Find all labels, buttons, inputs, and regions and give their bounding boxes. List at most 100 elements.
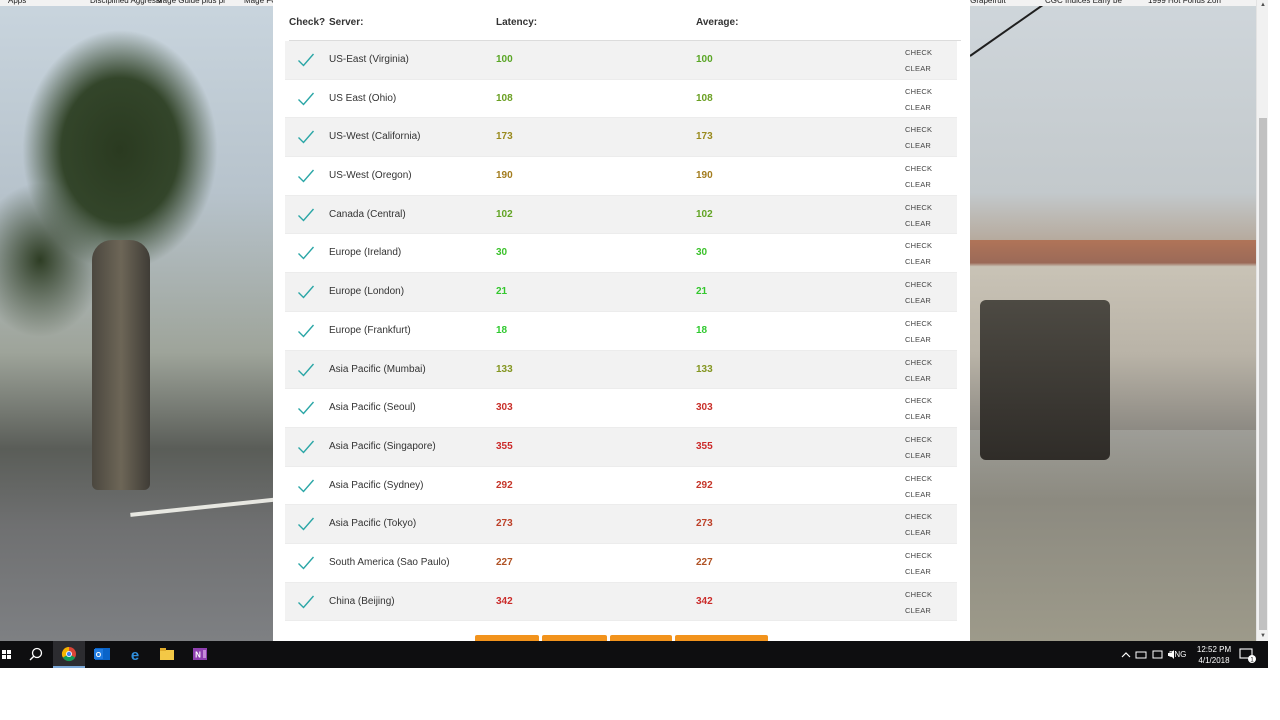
chrome-icon[interactable] xyxy=(53,641,85,668)
server-name: Asia Pacific (Singapore) xyxy=(329,440,436,452)
edge-icon[interactable]: e xyxy=(119,641,151,668)
check-button[interactable]: CHECK xyxy=(905,396,932,405)
table-row: Asia Pacific (Singapore) 355 355 CHECK CLEAR xyxy=(285,427,957,467)
check-icon[interactable] xyxy=(297,400,315,416)
check-icon[interactable] xyxy=(297,323,315,339)
latency-value: 303 xyxy=(496,402,513,414)
language-indicator[interactable]: ENG xyxy=(1169,650,1186,660)
table-row: Europe (London) 21 21 CHECK CLEAR xyxy=(285,273,957,312)
check-button[interactable]: CHECK xyxy=(905,512,932,521)
header-latency: Latency: xyxy=(496,17,538,28)
table-row: Asia Pacific (Seoul) 303 303 CHECK CLEAR xyxy=(285,389,957,428)
check-icon[interactable] xyxy=(297,516,315,532)
check-icon[interactable] xyxy=(297,362,315,378)
average-value: 102 xyxy=(696,208,713,220)
scroll-thumb[interactable] xyxy=(1259,118,1267,630)
bookmark-item[interactable]: Apps xyxy=(8,0,26,5)
header-check: Check? xyxy=(289,17,326,28)
table-row: US East (Ohio) 108 108 CHECK CLEAR xyxy=(285,80,957,119)
clear-button[interactable]: CLEAR xyxy=(905,64,931,73)
check-button[interactable]: CHECK xyxy=(905,241,932,250)
check-button[interactable]: CHECK xyxy=(905,590,932,599)
latency-value: 102 xyxy=(496,208,513,220)
latency-value: 355 xyxy=(496,440,513,452)
table-row: Europe (Ireland) 30 30 CHECK CLEAR xyxy=(285,234,957,274)
check-button[interactable]: CHECK xyxy=(905,87,932,96)
clear-button[interactable]: CLEAR xyxy=(905,219,931,228)
clear-button[interactable]: CLEAR xyxy=(905,257,931,266)
taskbar-clock[interactable]: 12:52 PM 4/1/2018 xyxy=(1190,644,1238,666)
latency-value: 292 xyxy=(496,479,513,491)
clear-button[interactable]: CLEAR xyxy=(905,103,931,112)
bookmark-item[interactable]: Disciplined Aggressi xyxy=(90,0,162,5)
clear-button[interactable]: CLEAR xyxy=(905,490,931,499)
clear-button[interactable]: CLEAR xyxy=(905,528,931,537)
latency-value: 30 xyxy=(496,247,508,259)
check-icon[interactable] xyxy=(297,594,315,610)
server-name: Europe (London) xyxy=(329,286,405,298)
check-button[interactable]: CHECK xyxy=(905,551,932,560)
latency-value: 108 xyxy=(496,92,513,104)
windows-taskbar: O e N ENG 12:52 PM 4/1/2018 1 xyxy=(0,641,1268,668)
check-button[interactable]: CHECK xyxy=(905,125,932,134)
clear-button[interactable]: CLEAR xyxy=(905,180,931,189)
check-button[interactable]: CHECK xyxy=(905,435,932,444)
bookmark-item[interactable]: 1999 Hot Fonds Zon xyxy=(1148,0,1221,5)
check-icon[interactable] xyxy=(297,52,315,68)
server-table-body: US-East (Virginia) 100 100 CHECK CLEAR US Eas… xyxy=(285,41,957,622)
check-icon[interactable] xyxy=(297,439,315,455)
bookmark-item[interactable]: CGC Indices Early be xyxy=(1045,0,1122,5)
check-icon[interactable] xyxy=(297,129,315,145)
clear-button[interactable]: CLEAR xyxy=(905,374,931,383)
server-name: US-East (Virginia) xyxy=(329,54,409,65)
check-button[interactable]: CHECK xyxy=(905,280,932,289)
server-name: Asia Pacific (Sydney) xyxy=(329,479,424,491)
check-icon[interactable] xyxy=(297,284,315,300)
scroll-up-icon[interactable]: ▲ xyxy=(1257,0,1269,10)
average-value: 355 xyxy=(696,440,713,452)
onenote-icon[interactable]: N xyxy=(184,641,216,668)
check-button[interactable]: CHECK xyxy=(905,48,932,57)
clear-button[interactable]: CLEAR xyxy=(905,412,931,421)
power-wire xyxy=(969,0,1217,57)
clear-button[interactable]: CLEAR xyxy=(905,567,931,576)
check-button[interactable]: CHECK xyxy=(905,203,932,212)
check-icon[interactable] xyxy=(297,478,315,494)
average-value: 100 xyxy=(696,54,713,65)
abandoned-bus xyxy=(980,300,1110,460)
search-icon[interactable] xyxy=(20,641,52,668)
server-name: Canada (Central) xyxy=(329,208,406,220)
table-row: Canada (Central) 102 102 CHECK CLEAR xyxy=(285,195,957,235)
check-icon[interactable] xyxy=(297,555,315,571)
outlook-icon[interactable]: O xyxy=(86,641,118,668)
scroll-down-icon[interactable]: ▼ xyxy=(1257,631,1269,641)
clock-date: 4/1/2018 xyxy=(1198,656,1230,665)
header-average: Average: xyxy=(696,17,739,28)
file-explorer-icon[interactable] xyxy=(151,641,183,668)
tree-trunk xyxy=(92,240,150,490)
clear-button[interactable]: CLEAR xyxy=(905,335,931,344)
check-icon[interactable] xyxy=(297,91,315,107)
page-scrollbar[interactable]: ▲ ▼ xyxy=(1256,0,1268,641)
clear-button[interactable]: CLEAR xyxy=(905,296,931,305)
table-row: US-West (Oregon) 190 190 CHECK CLEAR xyxy=(285,157,957,196)
check-button[interactable]: CHECK xyxy=(905,164,932,173)
bookmark-item[interactable]: Mage Guide plus pr xyxy=(156,0,226,5)
server-name: Asia Pacific (Mumbai) xyxy=(329,363,426,375)
clear-button[interactable]: CLEAR xyxy=(905,451,931,460)
check-button[interactable]: CHECK xyxy=(905,474,932,483)
browser-viewport: Apps Disciplined Aggressi Mage Guide plus … xyxy=(0,0,1256,641)
check-icon[interactable] xyxy=(297,245,315,261)
latency-value: 133 xyxy=(496,363,513,375)
average-value: 30 xyxy=(696,247,708,259)
check-icon[interactable] xyxy=(297,207,315,223)
clear-button[interactable]: CLEAR xyxy=(905,606,931,615)
notification-icon[interactable]: 1 xyxy=(1236,641,1268,668)
latency-panel: Check? Server: Latency: Average: US-East… xyxy=(273,0,970,641)
header-server: Server: xyxy=(329,17,364,28)
clear-button[interactable]: CLEAR xyxy=(905,141,931,150)
check-button[interactable]: CHECK xyxy=(905,358,932,367)
check-button[interactable]: CHECK xyxy=(905,319,932,328)
clock-time: 12:52 PM xyxy=(1196,645,1232,654)
check-icon[interactable] xyxy=(297,168,315,184)
